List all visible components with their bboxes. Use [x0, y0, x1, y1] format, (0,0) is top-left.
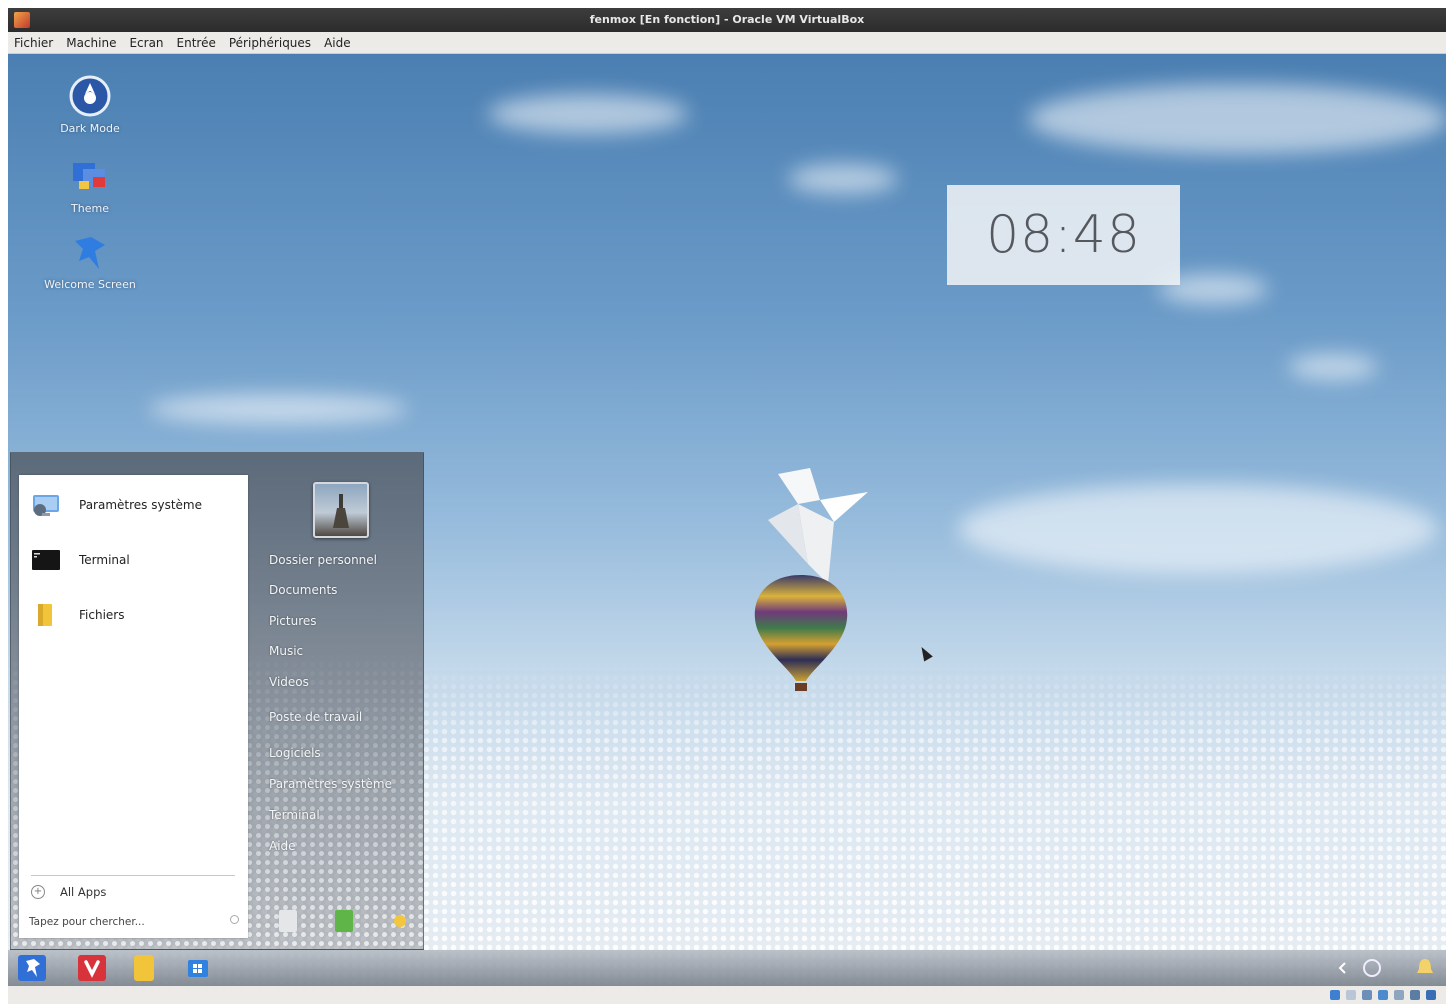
desktop-icon-dark-mode[interactable]: Dark Mode [35, 74, 145, 135]
place-pictures[interactable]: Pictures [269, 614, 419, 628]
cloud [488, 94, 688, 134]
pinned-item-terminal[interactable]: Terminal [31, 543, 231, 577]
place-videos[interactable]: Videos [269, 675, 419, 689]
place-dossier-personnel[interactable]: Dossier personnel [269, 553, 419, 567]
optical-drive-status-icon[interactable] [1346, 990, 1356, 1000]
clock-widget: 08:48 [947, 185, 1180, 285]
terminal-icon [32, 550, 60, 570]
window-titlebar: fenmox [En fonction] - Oracle VM Virtual… [8, 8, 1446, 32]
pinned-item-files[interactable]: Fichiers [31, 598, 231, 632]
menu-fichier[interactable]: Fichier [14, 36, 53, 50]
all-apps-icon: + [31, 885, 45, 899]
cloud [1028, 84, 1446, 154]
user-avatar[interactable] [313, 482, 369, 538]
start-menu-icon[interactable] [18, 955, 46, 981]
cloud [1288, 354, 1378, 380]
start-menu-search-input[interactable]: Tapez pour chercher... [25, 911, 243, 933]
virtualbox-app-icon [14, 12, 30, 28]
place-music[interactable]: Music [269, 644, 419, 658]
place-logiciels[interactable]: Logiciels [269, 746, 419, 760]
shared-folders-status-icon[interactable] [1410, 990, 1420, 1000]
guest-desktop: Dark Mode Theme Welcome Screen 08:48 Par… [8, 54, 1446, 986]
network-status-icon[interactable] [1378, 990, 1388, 1000]
power-icon[interactable] [391, 910, 409, 932]
desktop-icon-theme[interactable]: Theme [35, 154, 145, 215]
logout-icon[interactable] [335, 910, 353, 932]
menu-entree[interactable]: Entrée [177, 36, 216, 50]
guest-taskbar [8, 950, 1446, 986]
tray-chevron-icon[interactable] [1334, 955, 1352, 981]
theme-icon [68, 154, 112, 198]
vivaldi-icon[interactable] [78, 955, 106, 981]
window-title: fenmox [En fonction] - Oracle VM Virtual… [589, 13, 865, 26]
settings-icon [33, 495, 59, 516]
notification-bell-icon[interactable] [1412, 955, 1438, 981]
host-menubar: Fichier Machine Ecran Entrée Périphériqu… [8, 32, 1446, 54]
display-status-icon[interactable] [1426, 990, 1436, 1000]
folder-icon [38, 604, 52, 626]
place-poste-de-travail[interactable]: Poste de travail [269, 710, 419, 724]
pinned-item-settings[interactable]: Paramètres système [31, 488, 231, 522]
menu-aide[interactable]: Aide [324, 36, 351, 50]
place-documents[interactable]: Documents [269, 583, 419, 597]
audio-status-icon[interactable] [1362, 990, 1372, 1000]
hard-disk-status-icon[interactable] [1330, 990, 1340, 1000]
search-placeholder: Tapez pour chercher... [29, 916, 145, 928]
welcome-screen-icon [68, 230, 112, 274]
usb-status-icon[interactable] [1394, 990, 1404, 1000]
start-menu-divider [31, 875, 235, 876]
place-aide[interactable]: Aide [269, 839, 419, 853]
pinned-item-label: Fichiers [79, 608, 125, 622]
pinned-item-label: Terminal [79, 553, 130, 567]
pinned-item-label: Paramètres système [79, 498, 202, 512]
host-status-bar [8, 986, 1446, 1004]
desktop-icon-label: Welcome Screen [44, 278, 136, 291]
start-menu: Paramètres système Terminal Fichiers + A… [10, 452, 424, 950]
menu-ecran[interactable]: Ecran [129, 36, 163, 50]
cloud [788, 164, 898, 194]
files-icon[interactable] [134, 955, 154, 981]
place-parametres-systeme[interactable]: Paramètres système [269, 777, 419, 791]
desktop-icon-welcome-screen[interactable]: Welcome Screen [35, 230, 145, 291]
hot-air-balloon-image [746, 569, 856, 703]
all-apps-label: All Apps [60, 885, 107, 899]
search-icon [230, 915, 239, 924]
network-icon[interactable] [1360, 955, 1384, 981]
place-terminal[interactable]: Terminal [269, 808, 419, 822]
cloud [148, 394, 408, 424]
start-menu-app-pane: Paramètres système Terminal Fichiers + A… [19, 475, 248, 938]
dark-mode-icon [68, 74, 112, 118]
desktop-icon-label: Dark Mode [60, 122, 120, 135]
desktop-icon-label: Theme [71, 202, 109, 215]
lock-icon[interactable] [279, 910, 297, 932]
menu-peripheriques[interactable]: Périphériques [229, 36, 311, 50]
all-apps-button[interactable]: + All Apps [31, 885, 106, 899]
cloud [958, 484, 1438, 574]
mouse-cursor-icon [917, 644, 933, 662]
menu-machine[interactable]: Machine [66, 36, 116, 50]
windows-store-icon[interactable] [186, 955, 210, 981]
